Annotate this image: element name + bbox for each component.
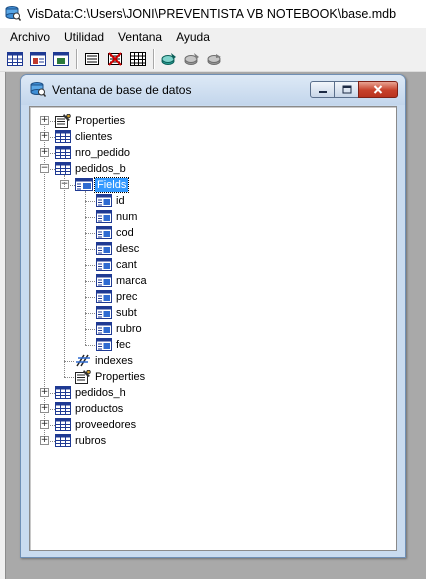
- indexes-icon: [75, 354, 91, 368]
- tree-connector: [85, 329, 95, 330]
- grid-icon[interactable]: [129, 50, 147, 68]
- database-window: Ventana de base de datos + Properties + cli…: [20, 74, 406, 558]
- field-icon: [96, 242, 112, 256]
- properties-icon: [55, 113, 71, 128]
- dynaset-mode-icon[interactable]: [29, 50, 47, 68]
- app-titlebar: VisData:C:\Users\JONI\PREVENTISTA VB NOT…: [0, 0, 426, 28]
- tree-connector: [85, 201, 95, 202]
- app-title: VisData:C:\Users\JONI\PREVENTISTA VB NOT…: [27, 7, 397, 21]
- fields-icon: [75, 178, 93, 192]
- tree-field-marca[interactable]: marca: [114, 274, 149, 288]
- collapse-toggle-icon[interactable]: −: [40, 164, 49, 173]
- expand-toggle-icon[interactable]: +: [40, 388, 49, 397]
- table-icon: [55, 418, 71, 432]
- tree-node-properties[interactable]: Properties: [93, 370, 147, 384]
- minimize-button[interactable]: [310, 81, 335, 98]
- field-icon: [96, 338, 112, 352]
- commit-icon[interactable]: [183, 50, 201, 68]
- tree-connector: [85, 345, 95, 346]
- tree-node-clientes[interactable]: clientes: [73, 130, 114, 144]
- tree-field-prec[interactable]: prec: [114, 290, 139, 304]
- tree-field-num[interactable]: num: [114, 210, 139, 224]
- field-icon: [96, 226, 112, 240]
- menu-ayuda[interactable]: Ayuda: [169, 28, 217, 46]
- menubar: Archivo Utilidad Ventana Ayuda: [0, 28, 426, 46]
- field-icon: [96, 194, 112, 208]
- field-icon: [96, 290, 112, 304]
- field-icon: [96, 210, 112, 224]
- caption-buttons: [310, 81, 398, 98]
- tree-field-cod[interactable]: cod: [114, 226, 136, 240]
- data-control-icon[interactable]: [83, 50, 101, 68]
- table-icon: [55, 162, 71, 176]
- tree-connector: [85, 265, 95, 266]
- close-icon: [373, 85, 383, 94]
- database-window-title: Ventana de base de datos: [52, 83, 192, 97]
- table-icon: [55, 386, 71, 400]
- tree-connector: [85, 233, 95, 234]
- tree-field-id[interactable]: id: [114, 194, 127, 208]
- close-button[interactable]: [358, 81, 398, 98]
- maximize-icon: [342, 85, 351, 94]
- menu-archivo[interactable]: Archivo: [3, 28, 57, 46]
- table-icon: [55, 146, 71, 160]
- expand-toggle-icon[interactable]: +: [40, 148, 49, 157]
- expand-toggle-icon[interactable]: +: [40, 404, 49, 413]
- table-icon: [55, 434, 71, 448]
- tree-node-pedidos-b[interactable]: pedidos_b: [73, 162, 128, 176]
- menu-utilidad[interactable]: Utilidad: [57, 28, 111, 46]
- tree-node-indexes[interactable]: indexes: [93, 354, 135, 368]
- snapshot-mode-icon[interactable]: [52, 50, 70, 68]
- tree-node-productos[interactable]: productos: [73, 402, 125, 416]
- database-window-titlebar[interactable]: Ventana de base de datos: [21, 75, 405, 105]
- visdata-app-icon: [5, 5, 22, 24]
- tree-field-subt[interactable]: subt: [114, 306, 139, 320]
- tree-field-rubro[interactable]: rubro: [114, 322, 144, 336]
- expand-toggle-icon[interactable]: +: [40, 132, 49, 141]
- tree-node-nro-pedido[interactable]: nro_pedido: [73, 146, 132, 160]
- toolbar-separator: [153, 48, 155, 69]
- minimize-icon: [318, 90, 327, 93]
- tree-connector: [64, 175, 65, 377]
- tree-connector: [85, 313, 95, 314]
- tree-connector: [85, 297, 95, 298]
- table-mode-icon[interactable]: [6, 50, 24, 68]
- expand-toggle-icon[interactable]: +: [40, 116, 49, 125]
- tree-connector: [64, 361, 74, 362]
- properties-icon: [75, 369, 91, 384]
- field-icon: [96, 274, 112, 288]
- tree-field-desc[interactable]: desc: [114, 242, 141, 256]
- toolbar-separator: [76, 48, 78, 69]
- database-window-icon: [30, 81, 47, 100]
- maximize-button[interactable]: [334, 81, 359, 98]
- field-icon: [96, 306, 112, 320]
- table-icon: [55, 402, 71, 416]
- field-icon: [96, 258, 112, 272]
- menu-ventana[interactable]: Ventana: [111, 28, 169, 46]
- tree-node-proveedores[interactable]: proveedores: [73, 418, 138, 432]
- database-tree[interactable]: + Properties + clientes + nro_pedido − pedidos_…: [29, 106, 397, 551]
- tree-connector: [64, 377, 74, 378]
- field-icon: [96, 322, 112, 336]
- workspace-left-edge: [0, 72, 6, 579]
- tree-connector: [85, 217, 95, 218]
- tree-field-fec[interactable]: fec: [114, 338, 133, 352]
- table-icon: [55, 130, 71, 144]
- tree-connector: [85, 281, 95, 282]
- rollback-icon[interactable]: [206, 50, 224, 68]
- tree-connector: [85, 191, 86, 345]
- tree-field-cant[interactable]: cant: [114, 258, 139, 272]
- toolbar: [0, 46, 426, 72]
- tree-connector: [85, 249, 95, 250]
- no-data-control-icon[interactable]: [106, 50, 124, 68]
- tree-node-properties[interactable]: Properties: [73, 114, 127, 128]
- tree-node-fields[interactable]: Fields: [93, 177, 130, 193]
- tree-node-rubros[interactable]: rubros: [73, 434, 108, 448]
- expand-toggle-icon[interactable]: +: [40, 420, 49, 429]
- begin-transaction-icon[interactable]: [160, 50, 178, 68]
- expand-toggle-icon[interactable]: +: [40, 436, 49, 445]
- tree-node-pedidos-h[interactable]: pedidos_h: [73, 386, 128, 400]
